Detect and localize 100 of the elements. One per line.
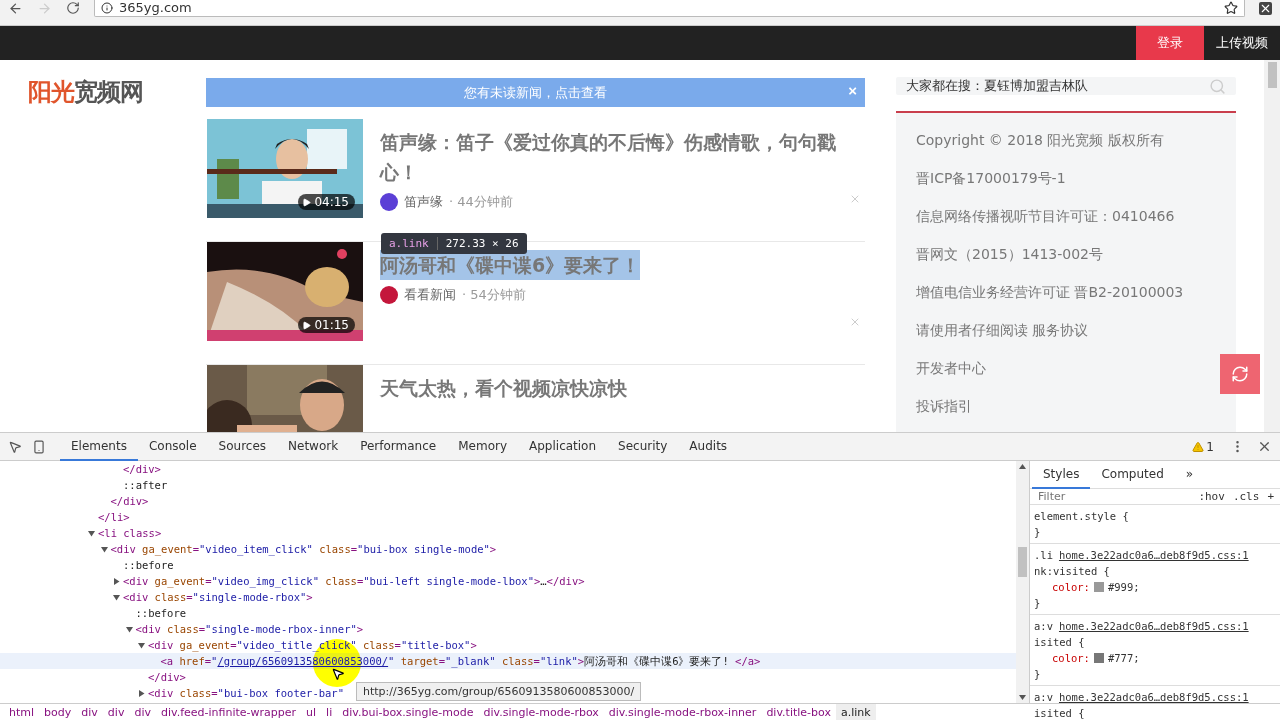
expanded-caret-icon[interactable] — [113, 593, 120, 601]
inspect-tooltip: a.link 272.33 × 26 — [381, 233, 527, 254]
dom-node[interactable]: </div> — [148, 671, 186, 683]
avatar — [380, 193, 398, 211]
breadcrumb[interactable]: div — [76, 704, 103, 720]
breadcrumb[interactable]: a.link — [835, 704, 876, 720]
footer-link[interactable]: 信息网络传播视听节目许可证：0410466 — [916, 197, 1175, 235]
collapsed-caret-icon[interactable] — [113, 577, 120, 585]
expanded-caret-icon[interactable] — [100, 545, 108, 553]
dom-node[interactable]: ::before — [135, 607, 187, 619]
devtools-tab[interactable]: Security — [607, 432, 679, 461]
scroll-down-icon[interactable] — [1019, 695, 1026, 700]
color-swatch[interactable] — [1093, 653, 1104, 663]
css-selector: element.style { — [1034, 510, 1129, 522]
dom-node[interactable]: ::before — [123, 559, 174, 571]
breadcrumb[interactable]: ul — [301, 704, 322, 720]
devtools-tab[interactable]: Audits — [678, 432, 739, 461]
footer-link[interactable]: 投诉指引 — [916, 387, 972, 425]
refresh-button[interactable] — [1220, 354, 1260, 394]
search-field[interactable]: 大家都在搜：夏钰博加盟吉林队 — [896, 77, 1236, 95]
scroll-up-icon[interactable] — [1019, 464, 1026, 469]
play-icon — [302, 197, 312, 207]
footer-link[interactable]: 开发者中心 — [916, 349, 986, 387]
breadcrumb[interactable]: body — [39, 704, 77, 720]
dom-node[interactable]: </div> — [123, 463, 161, 475]
css-brace: } — [1034, 525, 1041, 540]
scrollbar-thumb[interactable] — [1018, 547, 1027, 577]
footer-link[interactable]: 请使用者仔细阅读 服务协议 — [916, 311, 1089, 349]
breadcrumb[interactable]: html — [4, 704, 40, 720]
filter-toggle[interactable]: .cls — [1232, 490, 1260, 503]
dom-node[interactable]: </li> — [98, 511, 130, 523]
devtools-tab[interactable]: Network — [277, 432, 350, 461]
source-link[interactable]: home.3e22adc0a6…deb8f9d5.css:1 — [1058, 549, 1249, 561]
footer-link[interactable]: 晋网文（2015）1413-002号 — [916, 235, 1104, 273]
dom-node[interactable]: ::after — [123, 479, 168, 491]
extension-icon[interactable] — [1259, 0, 1272, 16]
video-title[interactable]: 天气太热，看个视频凉快凉快 — [380, 373, 627, 403]
collapsed-caret-icon[interactable] — [138, 689, 145, 697]
address-field[interactable]: 365yg.com — [94, 0, 1245, 17]
devtools-tab[interactable]: Sources — [207, 432, 278, 461]
source-link[interactable]: home.3e22adc0a6…deb8f9d5.css:1 — [1058, 691, 1249, 703]
breadcrumb[interactable]: div.feed-infinite-wrapper — [155, 704, 302, 720]
css-selector: isited { — [1034, 635, 1085, 650]
cursor-icon — [331, 667, 345, 681]
dom-node[interactable]: <div ga_event="video_item_click" class="bui-box single-mode"> — [110, 543, 497, 555]
expanded-caret-icon[interactable] — [88, 529, 95, 537]
footer-link[interactable]: 增值电信业务经营许可证 晋B2-20100003 — [916, 273, 1184, 311]
dom-node[interactable]: <div ga_event="video_img_click" class="bui-left single-mode-lbox">…</div> — [123, 575, 585, 587]
devtools-tab[interactable]: Memory — [447, 432, 518, 461]
scrollbar[interactable] — [1016, 461, 1029, 703]
filter-toggle[interactable]: :hov — [1198, 490, 1225, 503]
more-tabs-button[interactable]: » — [1174, 460, 1205, 489]
warning-count[interactable]: 1 — [1192, 439, 1214, 454]
css-value: #777; — [1107, 651, 1140, 666]
video-source[interactable]: 看看新闻 — [404, 286, 456, 304]
video-source[interactable]: 笛声缘 — [404, 193, 443, 211]
breadcrumb[interactable]: div — [102, 704, 130, 720]
footer-link[interactable]: Copyright © 2018 阳光宽频 版权所有 — [916, 121, 1164, 159]
footer-link[interactable]: 晋ICP备17000179号-1 — [916, 159, 1066, 197]
site-logo[interactable]: 阳光宽频网 — [28, 76, 143, 108]
dom-node[interactable]: <div class="bui-box footer-bar" — [148, 687, 344, 699]
breadcrumb[interactable]: div.bui-box.single-mode — [337, 704, 479, 720]
upload-button[interactable]: 上传视频 — [1204, 26, 1280, 60]
reload-button[interactable] — [66, 0, 80, 16]
device-icon[interactable] — [32, 438, 46, 455]
dom-node[interactable]: <li class> — [98, 527, 162, 539]
refresh-icon[interactable] — [1231, 365, 1249, 383]
dom-node[interactable]: <div class="single-mode-rbox-inner"> — [135, 623, 364, 635]
scrollbar[interactable] — [1264, 60, 1280, 432]
login-button[interactable]: 登录 — [1136, 26, 1204, 60]
breadcrumb[interactable]: div — [129, 704, 156, 720]
expanded-caret-icon[interactable] — [138, 641, 145, 649]
devtools-tab[interactable]: Application — [518, 432, 608, 461]
breadcrumb[interactable]: div.title-box — [761, 704, 836, 720]
breadcrumb[interactable]: div.single-mode-rbox — [478, 704, 604, 720]
avatar — [380, 286, 398, 304]
css-selector: a:v — [1034, 620, 1053, 632]
devtools-tab[interactable]: Performance — [349, 432, 448, 461]
source-link[interactable]: home.3e22adc0a6…deb8f9d5.css:1 — [1058, 620, 1249, 632]
back-button[interactable] — [8, 0, 23, 16]
css-selector: nk:visited { — [1034, 564, 1110, 579]
filter-toggle[interactable]: + — [1267, 490, 1274, 503]
devtools-tab[interactable]: Elements — [60, 432, 138, 461]
breadcrumb[interactable]: li — [321, 704, 338, 720]
devtools-tab[interactable]: Console — [137, 432, 208, 461]
css-brace: } — [1034, 667, 1041, 682]
dom-node[interactable]: </div> — [110, 495, 149, 507]
dom-node[interactable]: <div class="single-mode-rbox"> — [123, 591, 313, 603]
css-selector: a:v — [1034, 691, 1053, 703]
play-icon — [302, 320, 312, 330]
link-tooltip: http://365yg.com/group/6560913580600853000/ — [356, 682, 642, 701]
css-selector: isited { — [1034, 706, 1085, 720]
expanded-caret-icon[interactable] — [125, 625, 133, 633]
video-title[interactable]: 笛声缘：笛子《爱过你真的不后悔》伤感情歌，句句戳心！ — [380, 127, 855, 187]
css-value: #999; — [1107, 580, 1140, 595]
star-icon[interactable] — [1224, 0, 1238, 15]
styles-tab[interactable]: Computed — [1090, 460, 1175, 489]
color-swatch[interactable] — [1093, 582, 1104, 592]
breadcrumb[interactable]: div.single-mode-rbox-inner — [603, 704, 762, 720]
info-icon[interactable] — [101, 1, 113, 14]
